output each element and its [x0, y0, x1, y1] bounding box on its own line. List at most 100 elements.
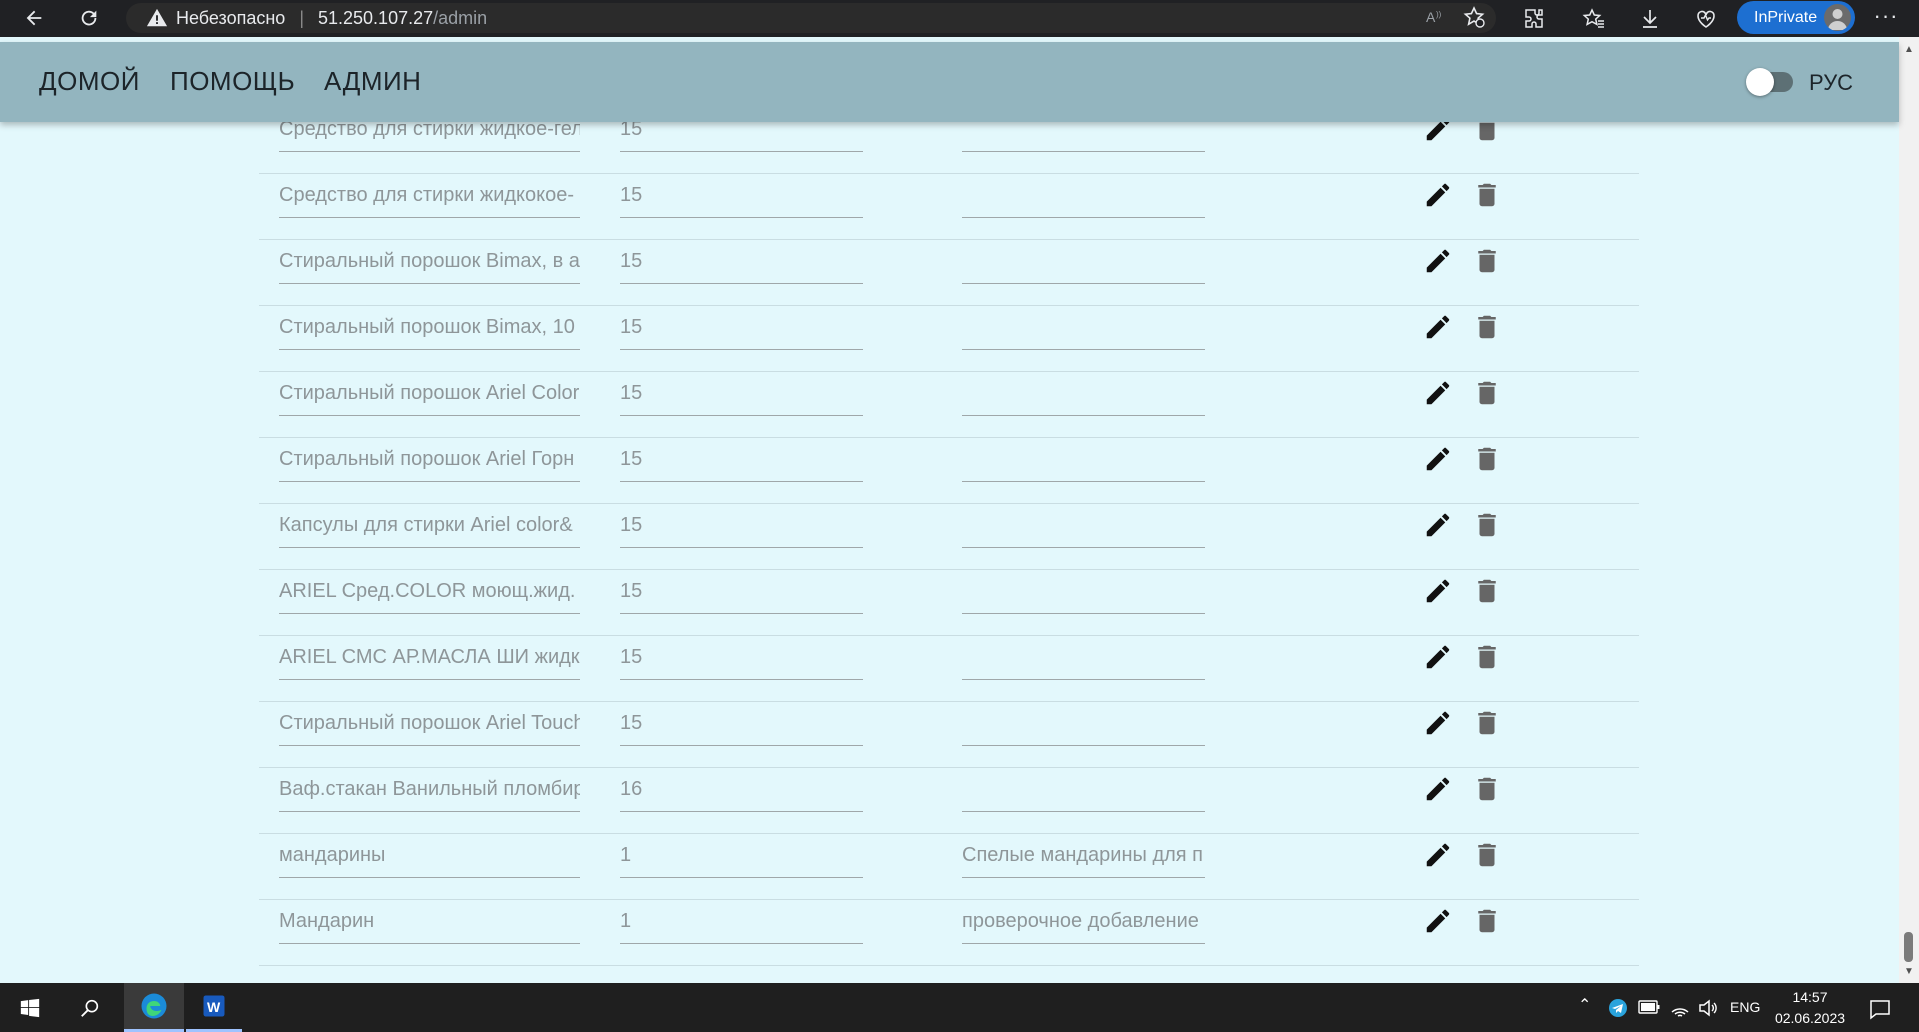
product-quantity-field[interactable]: 15	[620, 437, 863, 482]
taskbar-word-button[interactable]: W	[186, 983, 242, 1032]
delete-button[interactable]	[1471, 643, 1503, 675]
refresh-icon	[81, 10, 97, 26]
edit-button[interactable]	[1422, 709, 1454, 741]
address-bar[interactable]: Небезопасно | 51.250.107.27/admin A))	[126, 3, 1496, 33]
edit-button[interactable]	[1422, 775, 1454, 807]
edit-button[interactable]	[1422, 577, 1454, 609]
browser-essentials-icon[interactable]	[1692, 6, 1720, 32]
system-clock[interactable]: 14:57 02.06.2023	[1770, 987, 1850, 1029]
start-button[interactable]	[10, 983, 50, 1032]
browser-toolbar: Небезопасно | 51.250.107.27/admin A)) In…	[0, 0, 1919, 37]
product-description-field[interactable]	[962, 173, 1205, 218]
edit-button[interactable]	[1422, 379, 1454, 411]
product-name-field[interactable]: Капсулы для стирки Ariel color&	[279, 503, 580, 548]
scroll-up-arrow-icon[interactable]: ▲	[1904, 44, 1914, 55]
trash-icon	[1472, 510, 1502, 545]
product-name-field[interactable]: Мандарин	[279, 899, 580, 944]
delete-button[interactable]	[1471, 907, 1503, 939]
telegram-icon[interactable]	[1608, 998, 1628, 1018]
pencil-icon	[1423, 312, 1453, 347]
add-favorite-icon[interactable]	[1462, 5, 1486, 29]
product-description-field[interactable]	[962, 767, 1205, 812]
table-row: Стиральный порошок Bimax, в а 15	[259, 239, 1639, 306]
delete-button[interactable]	[1471, 841, 1503, 873]
product-name-field[interactable]: Стиральный порошок Ariel Горн	[279, 437, 580, 482]
product-description-field[interactable]	[962, 437, 1205, 482]
product-quantity-field[interactable]: 16	[620, 767, 863, 812]
product-quantity-field[interactable]: 15	[620, 635, 863, 680]
edit-button[interactable]	[1422, 445, 1454, 477]
scroll-down-arrow-icon[interactable]: ▼	[1904, 966, 1914, 977]
product-name-field[interactable]: мандарины	[279, 833, 580, 878]
volume-icon[interactable]	[1697, 997, 1719, 1019]
nav-help-link[interactable]: ПОМОЩЬ	[170, 66, 295, 97]
edit-button[interactable]	[1422, 907, 1454, 939]
product-name-field[interactable]: Стиральный порошок Bimax, в а	[279, 239, 580, 284]
edit-button[interactable]	[1422, 643, 1454, 675]
product-quantity-field[interactable]: 15	[620, 701, 863, 746]
product-description-field[interactable]	[962, 239, 1205, 284]
product-name-field[interactable]: ARIEL Сред.COLOR моющ.жид.	[279, 569, 580, 614]
delete-button[interactable]	[1471, 511, 1503, 543]
product-quantity-field[interactable]: 1	[620, 833, 863, 878]
edit-button[interactable]	[1422, 247, 1454, 279]
product-description-field[interactable]: проверочное добавление	[962, 899, 1205, 944]
downloads-icon[interactable]	[1636, 6, 1664, 32]
product-name-field[interactable]: Стиральный порошок Bimax, 10	[279, 305, 580, 350]
delete-button[interactable]	[1471, 445, 1503, 477]
product-name-field[interactable]: Средство для стирки жидкокое-	[279, 173, 580, 218]
notifications-icon[interactable]	[1868, 997, 1892, 1021]
product-description-field[interactable]	[962, 701, 1205, 746]
back-button[interactable]	[18, 4, 50, 32]
pencil-icon	[1423, 642, 1453, 677]
refresh-button[interactable]	[73, 4, 105, 32]
edit-button[interactable]	[1422, 313, 1454, 345]
product-quantity-field[interactable]: 15	[620, 503, 863, 548]
delete-button[interactable]	[1471, 313, 1503, 345]
delete-button[interactable]	[1471, 577, 1503, 609]
favorites-icon[interactable]	[1580, 6, 1608, 32]
product-description-field[interactable]	[962, 635, 1205, 680]
nav-home-link[interactable]: ДОМОЙ	[39, 66, 140, 97]
delete-button[interactable]	[1471, 247, 1503, 279]
settings-more-button[interactable]: ···	[1870, 4, 1902, 32]
search-button[interactable]	[70, 983, 110, 1032]
page-scrollbar[interactable]	[1899, 37, 1919, 983]
product-quantity-field[interactable]: 15	[620, 569, 863, 614]
language-toggle-knob[interactable]	[1746, 68, 1774, 96]
product-name-field[interactable]: Стиральный порошок Ariel Touch	[279, 701, 580, 746]
wifi-icon[interactable]	[1670, 998, 1690, 1018]
product-description-field[interactable]	[962, 371, 1205, 416]
delete-button[interactable]	[1471, 181, 1503, 213]
taskbar-edge-button[interactable]	[124, 983, 184, 1032]
url-path: /admin	[433, 7, 488, 28]
product-description-field[interactable]	[962, 569, 1205, 614]
table-row: Стиральный порошок Ariel Горн 15	[259, 437, 1639, 504]
product-name-field[interactable]: ARIEL СМС АР.МАСЛА ШИ жидк	[279, 635, 580, 680]
delete-button[interactable]	[1471, 709, 1503, 741]
delete-button[interactable]	[1471, 775, 1503, 807]
product-quantity-field[interactable]: 15	[620, 239, 863, 284]
read-aloud-icon[interactable]: A))	[1424, 5, 1448, 29]
product-description-field[interactable]	[962, 503, 1205, 548]
product-name-field[interactable]: Стиральный порошок Ariel Color	[279, 371, 580, 416]
product-description-field[interactable]: Спелые мандарины для п	[962, 833, 1205, 878]
edit-button[interactable]	[1422, 841, 1454, 873]
product-quantity-field[interactable]: 15	[620, 173, 863, 218]
scrollbar-thumb[interactable]	[1904, 932, 1913, 962]
product-description-field[interactable]	[962, 305, 1205, 350]
inprivate-button[interactable]: InPrivate	[1737, 1, 1855, 34]
show-hidden-icons-chevron-icon[interactable]: ⌃	[1578, 995, 1591, 1015]
extensions-icon[interactable]	[1520, 6, 1548, 32]
edit-button[interactable]	[1422, 181, 1454, 213]
delete-button[interactable]	[1471, 379, 1503, 411]
product-quantity-field[interactable]: 15	[620, 371, 863, 416]
product-quantity-field[interactable]: 1	[620, 899, 863, 944]
pencil-icon	[1423, 246, 1453, 281]
nav-admin-link[interactable]: АДМИН	[324, 66, 421, 97]
edit-button[interactable]	[1422, 511, 1454, 543]
product-quantity-field[interactable]: 15	[620, 305, 863, 350]
product-name-field[interactable]: Ваф.стакан Ванильный пломбир	[279, 767, 580, 812]
input-language[interactable]: ENG	[1730, 999, 1760, 1015]
battery-icon[interactable]	[1638, 999, 1660, 1015]
